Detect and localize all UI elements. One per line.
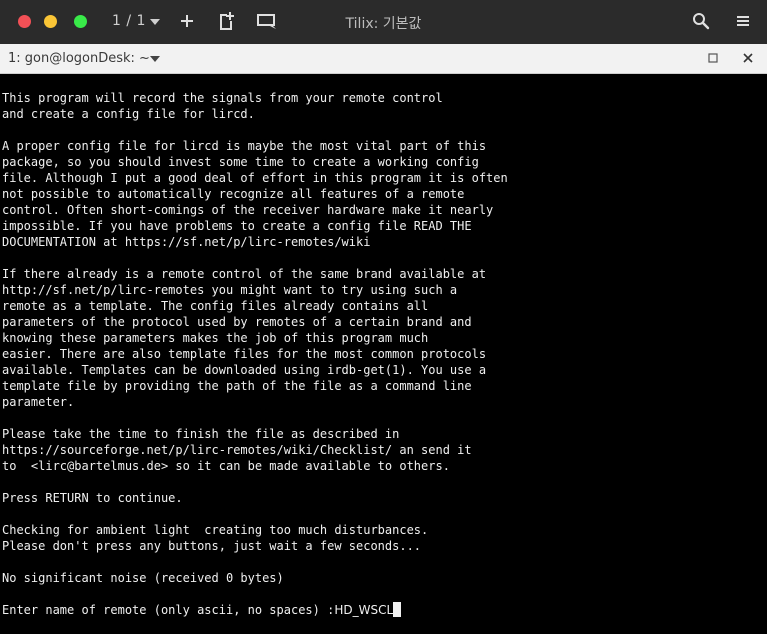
- search-icon[interactable]: [691, 11, 711, 31]
- remote-name-input[interactable]: HD_WSCL: [334, 603, 393, 617]
- sync-input-icon[interactable]: [256, 11, 278, 31]
- terminal-line: package, so you should invest some time …: [2, 155, 479, 169]
- window-title: Tilix: 기본값: [345, 16, 422, 32]
- terminal-line: Please don't press any buttons, just wai…: [2, 539, 422, 553]
- terminal-line: remote as a template. The config files a…: [2, 299, 429, 313]
- terminal-lines: This program will record the signals fro…: [2, 90, 508, 618]
- terminal-line: Press RETURN to continue.: [2, 491, 183, 505]
- terminal-line: Please take the time to finish the file …: [2, 427, 400, 441]
- terminal-line: knowing these parameters makes the job o…: [2, 331, 429, 345]
- terminal-line: easier. There are also template files fo…: [2, 347, 487, 361]
- terminal-line: This program will record the signals fro…: [2, 91, 443, 105]
- hamburger-menu-icon[interactable]: [733, 11, 753, 31]
- terminal-line: not possible to automatically recognize …: [2, 187, 465, 201]
- maximize-terminal-icon[interactable]: [707, 52, 719, 64]
- terminal-line: to <lirc@bartelmus.de> so it can be made…: [2, 459, 450, 473]
- terminal-line: http://sf.net/p/lirc-remotes you might w…: [2, 283, 458, 297]
- terminal-line: DOCUMENTATION at https://sf.net/p/lirc-r…: [2, 235, 371, 249]
- session-counter: 1 / 1: [112, 13, 146, 29]
- terminal-line: control. Often short-comings of the rece…: [2, 203, 494, 217]
- split-add-icon[interactable]: [216, 11, 236, 31]
- title-bar: 1 / 1 Tilix: 기본값: [0, 0, 767, 44]
- terminal-line: If there already is a remote control of …: [2, 267, 487, 281]
- terminal-prompt-line: Enter name of remote (only ascii, no spa…: [2, 602, 508, 618]
- terminal-line: template file by providing the path of t…: [2, 379, 472, 393]
- text-cursor: [393, 602, 402, 617]
- minimize-window-button[interactable]: [44, 15, 57, 28]
- terminal-line: file. Although I put a good deal of effo…: [2, 171, 508, 185]
- terminal-line: No significant noise (received 0 bytes): [2, 571, 284, 585]
- terminal-line: available. Templates can be downloaded u…: [2, 363, 487, 377]
- terminal-header: 1: gon@logonDesk: ~: [0, 44, 767, 74]
- close-window-button[interactable]: [18, 15, 31, 28]
- terminal-line: https://sourceforge.net/p/lirc-remotes/w…: [2, 443, 472, 457]
- terminal-line: parameter.: [2, 395, 75, 409]
- terminal-line: Checking for ambient light creating too …: [2, 523, 429, 537]
- tilix-window: 1 / 1 Tilix: 기본값 1: gon@logonDesk: ~ Thi…: [0, 0, 767, 634]
- terminal-line: parameters of the protocol used by remot…: [2, 315, 472, 329]
- terminal-output[interactable]: This program will record the signals fro…: [0, 74, 767, 634]
- terminal-line: A proper config file for lircd is maybe …: [2, 139, 487, 153]
- prompt-text: Enter name of remote (only ascii, no spa…: [2, 603, 335, 617]
- chevron-down-icon[interactable]: [150, 56, 160, 62]
- terminal-line: impossible. If you have problems to crea…: [2, 219, 472, 233]
- maximize-window-button[interactable]: [74, 15, 87, 28]
- plus-icon[interactable]: [177, 11, 197, 31]
- terminal-title[interactable]: 1: gon@logonDesk: ~: [8, 51, 150, 66]
- chevron-down-icon[interactable]: [150, 19, 160, 25]
- close-icon[interactable]: [741, 51, 755, 65]
- terminal-line: and create a config file for lircd.: [2, 107, 255, 121]
